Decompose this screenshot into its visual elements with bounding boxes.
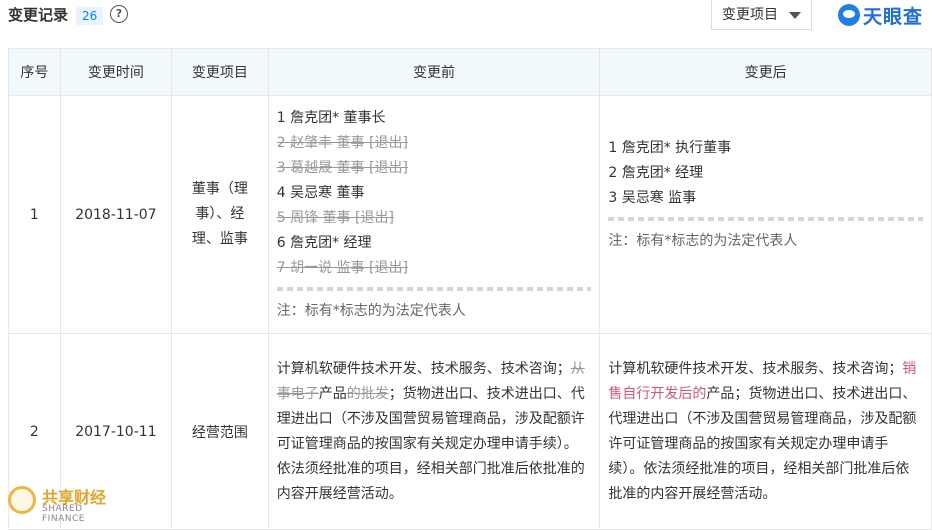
question-circle-icon[interactable]: ? — [110, 5, 128, 23]
eye-logo-icon — [838, 4, 860, 26]
after-line-3: 3 吴忌寒 监事 — [608, 190, 697, 206]
watermark-en: SHARED FINANCE — [42, 504, 85, 524]
after-line-2: 2 詹克团* 经理 — [608, 165, 704, 181]
column-header-date: 变更时间 — [59, 48, 173, 96]
row-date: 2018-11-07 — [59, 95, 173, 334]
section-header: 变更记录 26 ? 变更项目 天眼查 — [0, 0, 932, 40]
after-cell: 1 詹克团* 执行董事 2 詹克团* 经理 3 吴忌寒 监事 注：标有*标志的为… — [599, 95, 932, 334]
before-line-2: 2 赵肇丰 董事 [退出] — [276, 134, 408, 151]
before-scope-cell: 计算机软硬件技术开发、技术服务、技术咨询；从事电子产品的批发；货物进出口、技术进… — [267, 333, 601, 530]
before-line-5: 5 周锋 董事 [退出] — [276, 209, 394, 226]
before-line-7: 7 胡一说 监事 [退出] — [276, 259, 408, 276]
filter-dropdown[interactable]: 变更项目 — [711, 0, 812, 30]
tianyancha-logo: 天眼查 — [838, 2, 923, 28]
watermark-logo-icon — [8, 486, 36, 514]
row-item: 董事（理事）、经理、监事 — [171, 95, 269, 334]
filter-dropdown-label: 变更项目 — [722, 7, 778, 23]
before-line-4: 4 吴忌寒 董事 — [276, 184, 365, 201]
after-note: 注：标有*标志的为法定代表人 — [608, 233, 798, 249]
before-note: 注：标有*标志的为法定代表人 — [276, 302, 466, 319]
before-line-6: 6 詹克团* 经理 — [276, 234, 372, 251]
column-header-item: 变更项目 — [171, 48, 269, 96]
watermark: 共享财经 SHARED FINANCE — [8, 486, 128, 524]
table-row: 1 2018-11-07 董事（理事）、经理、监事 1 詹克团* 董事长 2 赵… — [8, 95, 932, 334]
caret-down-icon — [789, 12, 801, 19]
dashed-divider — [276, 286, 592, 291]
column-header-index: 序号 — [8, 48, 61, 96]
section-title: 变更记录 — [8, 6, 69, 24]
before-line-3: 3 葛越晟 董事 [退出] — [276, 159, 408, 176]
row-index: 1 — [8, 95, 61, 334]
before-cell: 1 詹克团* 董事长 2 赵肇丰 董事 [退出] 3 葛越晟 董事 [退出] 4… — [267, 95, 601, 334]
column-header-after: 变更后 — [599, 48, 932, 96]
deleted-text: 的批发 — [346, 385, 389, 402]
column-header-before: 变更前 — [267, 48, 601, 96]
logo-text: 天眼查 — [863, 5, 924, 28]
dashed-divider — [608, 217, 923, 221]
change-record-table: 序号 变更时间 变更项目 变更前 变更后 1 2018-11-07 董事（理事）… — [8, 48, 932, 530]
before-line-1: 1 詹克团* 董事长 — [276, 109, 386, 126]
table-header-row: 序号 变更时间 变更项目 变更前 变更后 — [8, 48, 932, 96]
record-count-badge: 26 — [76, 7, 104, 25]
after-line-1: 1 詹克团* 执行董事 — [608, 140, 732, 156]
row-item: 经营范围 — [171, 333, 269, 530]
after-scope-cell: 计算机软硬件技术开发、技术服务、技术咨询；销售自行开发后的产品；货物进出口、技术… — [599, 333, 932, 530]
table-row: 2 2017-10-11 经营范围 计算机软硬件技术开发、技术服务、技术咨询；从… — [8, 333, 932, 530]
